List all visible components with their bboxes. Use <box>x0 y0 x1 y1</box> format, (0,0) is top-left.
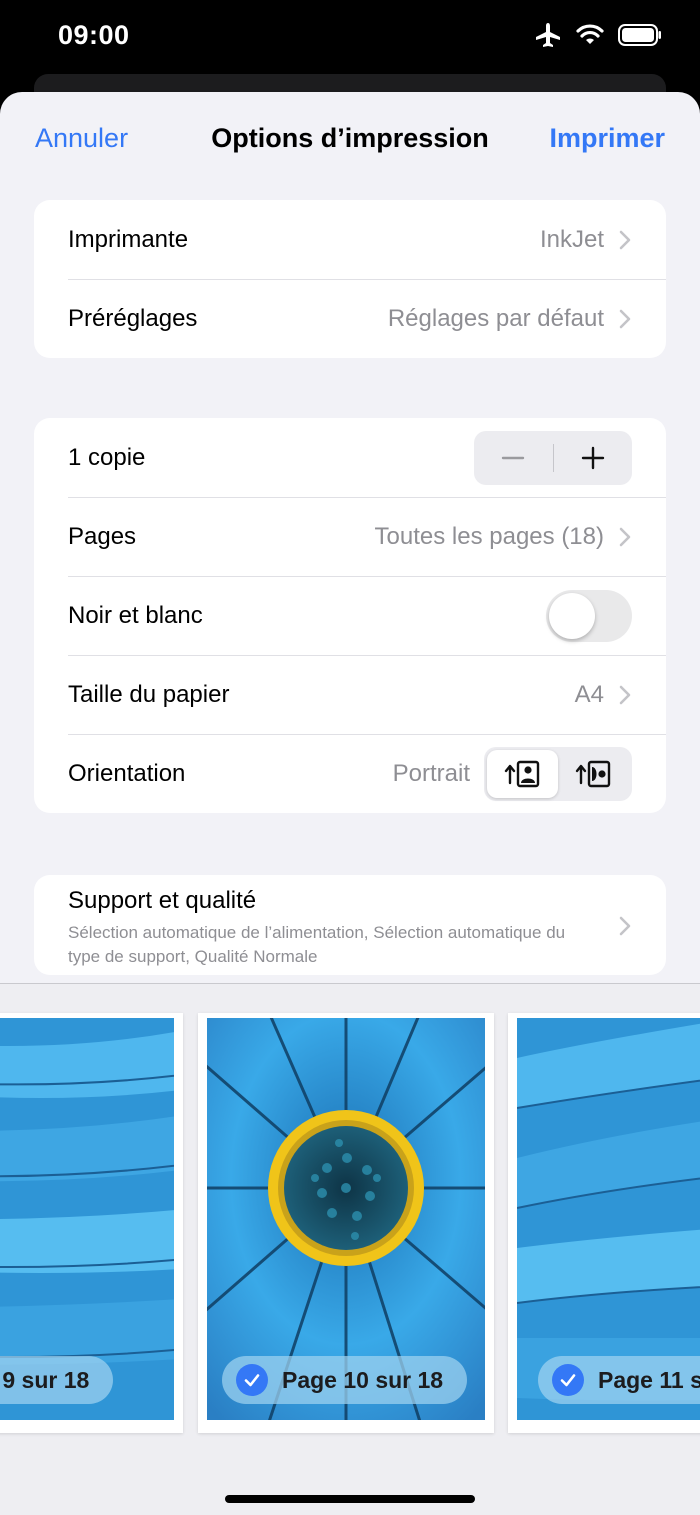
pages-value: Toutes les pages (18) <box>374 522 604 550</box>
support-quality-subtitle: Sélection automatique de l’alimentation,… <box>68 923 566 966</box>
paper-size-value: A4 <box>574 680 604 708</box>
page-11-label-pill: Page 11 sur 18 <box>538 1356 700 1404</box>
status-time: 09:00 <box>58 20 130 50</box>
print-button[interactable]: Imprimer <box>549 123 665 154</box>
battery-icon <box>618 24 661 46</box>
plus-icon <box>581 446 604 469</box>
increment-button[interactable] <box>554 431 633 485</box>
decrement-button[interactable] <box>474 431 553 485</box>
paper-size-label: Taille du papier <box>68 680 230 708</box>
page-11-label: Page 11 sur 18 <box>598 1366 700 1393</box>
chevron-right-icon <box>619 230 631 249</box>
home-indicator <box>225 1495 475 1503</box>
support-quality-row[interactable]: Support et qualité Sélection automatique… <box>34 875 666 975</box>
presets-value: Réglages par défaut <box>387 304 604 332</box>
black-white-toggle[interactable] <box>546 589 632 642</box>
printer-group: Imprimante InkJet Préréglages Réglages p… <box>34 200 666 358</box>
page-preview-9[interactable]: Page 9 sur 18 <box>0 1013 183 1433</box>
printer-row[interactable]: Imprimante InkJet <box>34 200 666 279</box>
presets-row[interactable]: Préréglages Réglages par défaut <box>34 279 666 358</box>
black-white-row: Noir et blanc <box>34 576 666 655</box>
pages-row[interactable]: Pages Toutes les pages (18) <box>34 497 666 576</box>
landscape-orientation-button[interactable] <box>558 750 629 798</box>
support-quality-title: Support et qualité <box>68 887 257 914</box>
printer-value: InkJet <box>539 225 604 253</box>
page-preview-strip[interactable]: Page 9 sur 18 <box>0 983 700 1515</box>
checkmark-icon <box>552 1364 584 1396</box>
print-options-sheet: Annuler Options d’impression Imprimer Im… <box>0 92 700 1515</box>
presets-label: Préréglages <box>68 304 198 332</box>
page-10-label: Page 10 sur 18 <box>282 1366 444 1393</box>
airplane-icon <box>536 23 560 47</box>
page-preview-10[interactable]: Page 10 sur 18 <box>198 1013 494 1433</box>
page-10-label-pill: Page 10 sur 18 <box>222 1356 468 1404</box>
portrait-orientation-icon <box>504 760 539 787</box>
wifi-icon <box>576 24 604 44</box>
pages-label: Pages <box>68 522 137 550</box>
printer-label: Imprimante <box>68 225 189 253</box>
chevron-right-icon <box>619 527 631 546</box>
page-9-label-pill: Page 9 sur 18 <box>0 1356 114 1404</box>
orientation-segmented-control <box>484 746 632 801</box>
status-icons <box>534 22 662 48</box>
nav-bar: Annuler Options d’impression Imprimer <box>0 92 700 184</box>
chevron-right-icon <box>619 685 631 704</box>
copies-stepper <box>474 430 633 485</box>
portrait-orientation-button[interactable] <box>487 749 558 798</box>
toggle-knob <box>549 592 595 639</box>
paper-size-row[interactable]: Taille du papier A4 <box>34 655 666 734</box>
page-preview-11[interactable]: Page 11 sur 18 <box>508 1013 700 1433</box>
chevron-right-icon <box>619 916 631 936</box>
checkmark-icon <box>236 1364 268 1396</box>
orientation-row: Orientation Portrait <box>34 734 666 813</box>
chevron-right-icon <box>619 309 631 328</box>
page-9-label: Page 9 sur 18 <box>0 1366 90 1393</box>
landscape-orientation-icon <box>575 760 610 787</box>
copies-label: 1 copie <box>68 443 146 471</box>
black-white-label: Noir et blanc <box>68 601 203 629</box>
minus-icon <box>502 456 525 459</box>
support-quality-group: Support et qualité Sélection automatique… <box>34 875 666 975</box>
orientation-label: Orientation <box>68 759 186 787</box>
options-group: 1 copie Pages Toutes les pages (18) Noir… <box>34 418 666 813</box>
copies-row: 1 copie <box>34 418 666 497</box>
orientation-value: Portrait <box>392 759 470 787</box>
